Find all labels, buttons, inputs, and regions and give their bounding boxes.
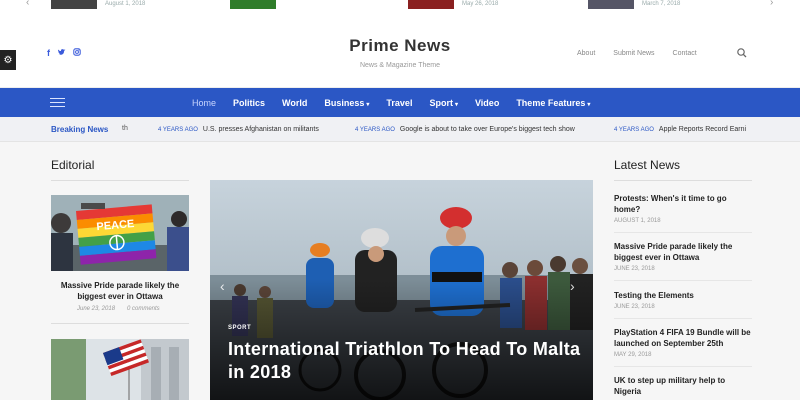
latest-news-title[interactable]: UK to step up military help to Nigeria	[614, 375, 754, 397]
hero-category-badge[interactable]: SPORT	[228, 325, 251, 331]
ticker-headline[interactable]: Google is about to take over Europe's bi…	[400, 126, 575, 133]
editorial-card-image[interactable]	[51, 339, 189, 400]
strip-item[interactable]: May 26, 2018	[408, 0, 498, 9]
instagram-icon[interactable]	[73, 48, 81, 59]
editorial-card-date: June 23, 2018	[77, 306, 116, 312]
header-link-about[interactable]: About	[577, 50, 595, 57]
chevron-down-icon: ▾	[587, 101, 591, 108]
latest-news-divider	[614, 180, 752, 181]
strip-next-arrow-icon[interactable]: ›	[770, 0, 773, 8]
site-tagline: News & Magazine Theme	[359, 62, 441, 69]
ticker-item[interactable]: 4 YEARS AGO Google is about to take over…	[355, 126, 575, 133]
hero-prev-arrow-icon[interactable]: ‹	[220, 278, 225, 294]
nav-item-business[interactable]: Business ▾	[324, 98, 369, 108]
strip-date: March 7, 2018	[642, 1, 681, 7]
latest-news-divider	[614, 318, 752, 319]
header-links: About Submit News Contact	[577, 50, 697, 57]
social-links: f	[47, 48, 81, 59]
site-header: f Prime News News & Magazine Theme About…	[0, 14, 800, 88]
site-title[interactable]: Prime News	[300, 36, 500, 56]
site-branding[interactable]: Prime News News & Magazine Theme	[300, 36, 500, 69]
hamburger-menu-icon[interactable]	[50, 98, 65, 110]
hero-next-arrow-icon[interactable]: ›	[570, 278, 575, 294]
editorial-card-comments[interactable]: 0 comments	[127, 306, 160, 312]
ticker-time: 4 YEARS AGO	[355, 126, 395, 133]
latest-news-item[interactable]: PlayStation 4 FIFA 19 Bundle will be lau…	[614, 327, 754, 358]
nav-item-home[interactable]: Home	[192, 98, 216, 108]
ticker-time: 4 YEARS AGO	[614, 126, 654, 133]
header-link-submit-news[interactable]: Submit News	[613, 50, 654, 57]
editorial-card-title[interactable]: Massive Pride parade likely the biggest …	[51, 280, 189, 302]
ticker-item[interactable]: 4 YEARS AGO Apple Reports Record Earni	[614, 126, 746, 133]
ticker-partial-text: th	[122, 125, 128, 132]
latest-news-item[interactable]: Testing the Elements JUNE 23, 2018	[614, 290, 754, 310]
search-icon[interactable]	[736, 47, 748, 59]
editorial-divider	[51, 323, 189, 324]
strip-thumbnail[interactable]	[588, 0, 634, 9]
twitter-icon[interactable]	[57, 48, 66, 59]
latest-news-divider	[614, 280, 752, 281]
strip-thumbnail[interactable]	[51, 0, 97, 9]
header-link-contact[interactable]: Contact	[673, 50, 697, 57]
nav-item-theme-features[interactable]: Theme Features ▾	[516, 98, 590, 108]
strip-prev-arrow-icon[interactable]: ‹	[26, 0, 29, 8]
ticker-item[interactable]: 4 YEARS AGO U.S. presses Afghanistan on …	[158, 126, 319, 133]
page: ‹ August 1, 2018 May 26, 2018 March 7, 2…	[0, 0, 800, 400]
latest-news-title[interactable]: Massive Pride parade likely the biggest …	[614, 241, 754, 263]
breaking-news-ticker: Breaking News th 4 YEARS AGO U.S. presse…	[0, 117, 800, 142]
nav-item-travel[interactable]: Travel	[386, 98, 412, 108]
latest-news-title[interactable]: Protests: When's it time to go home?	[614, 193, 754, 215]
strip-item[interactable]: August 1, 2018	[51, 0, 145, 9]
latest-news-item[interactable]: UK to step up military help to Nigeria	[614, 375, 754, 397]
strip-date: August 1, 2018	[105, 1, 146, 7]
latest-news-title[interactable]: Testing the Elements	[614, 290, 754, 301]
nav-item-video[interactable]: Video	[475, 98, 499, 108]
strip-date: May 26, 2018	[462, 1, 499, 7]
nav-item-politics[interactable]: Politics	[233, 98, 265, 108]
ticker-headline[interactable]: U.S. presses Afghanistan on militants	[203, 126, 319, 133]
editorial-heading: Editorial	[51, 158, 95, 172]
main-navigation: Home Politics World Business ▾ Travel Spo…	[0, 88, 800, 117]
nav-item-sport[interactable]: Sport ▾	[429, 98, 458, 108]
latest-news-date: AUGUST 1, 2018	[614, 218, 661, 224]
strip-thumbnail[interactable]	[408, 0, 454, 9]
latest-news-divider	[614, 366, 752, 367]
chevron-down-icon: ▾	[366, 101, 370, 108]
nav-menu: Home Politics World Business ▾ Travel Spo…	[192, 88, 607, 117]
latest-news-date: JUNE 23, 2018	[614, 266, 655, 272]
latest-news-item[interactable]: Protests: When's it time to go home? AUG…	[614, 193, 754, 224]
strip-thumbnail[interactable]	[230, 0, 276, 9]
strip-item[interactable]	[230, 0, 276, 9]
editorial-divider	[51, 180, 189, 181]
latest-news-date: MAY 29, 2018	[614, 352, 652, 358]
latest-news-heading: Latest News	[614, 158, 681, 172]
latest-news-date: JUNE 23, 2018	[614, 304, 655, 310]
strip-item[interactable]: March 7, 2018	[588, 0, 680, 9]
latest-news-item[interactable]: Massive Pride parade likely the biggest …	[614, 241, 754, 272]
editorial-card-image[interactable]: PEACE	[51, 195, 189, 271]
facebook-icon[interactable]: f	[47, 48, 50, 59]
ticker-headline[interactable]: Apple Reports Record Earni	[659, 126, 746, 133]
chevron-down-icon: ▾	[454, 101, 458, 108]
latest-news-title[interactable]: PlayStation 4 FIFA 19 Bundle will be lau…	[614, 327, 754, 349]
latest-news-divider	[614, 232, 752, 233]
ticker-time: 4 YEARS AGO	[158, 126, 198, 133]
top-featured-strip: ‹ August 1, 2018 May 26, 2018 March 7, 2…	[0, 0, 800, 14]
hero-title[interactable]: International Triathlon To Head To Malta…	[228, 338, 588, 384]
settings-gear-icon[interactable]: ⚙	[0, 50, 16, 70]
nav-item-world[interactable]: World	[282, 98, 307, 108]
breaking-news-label: Breaking News	[51, 125, 109, 134]
